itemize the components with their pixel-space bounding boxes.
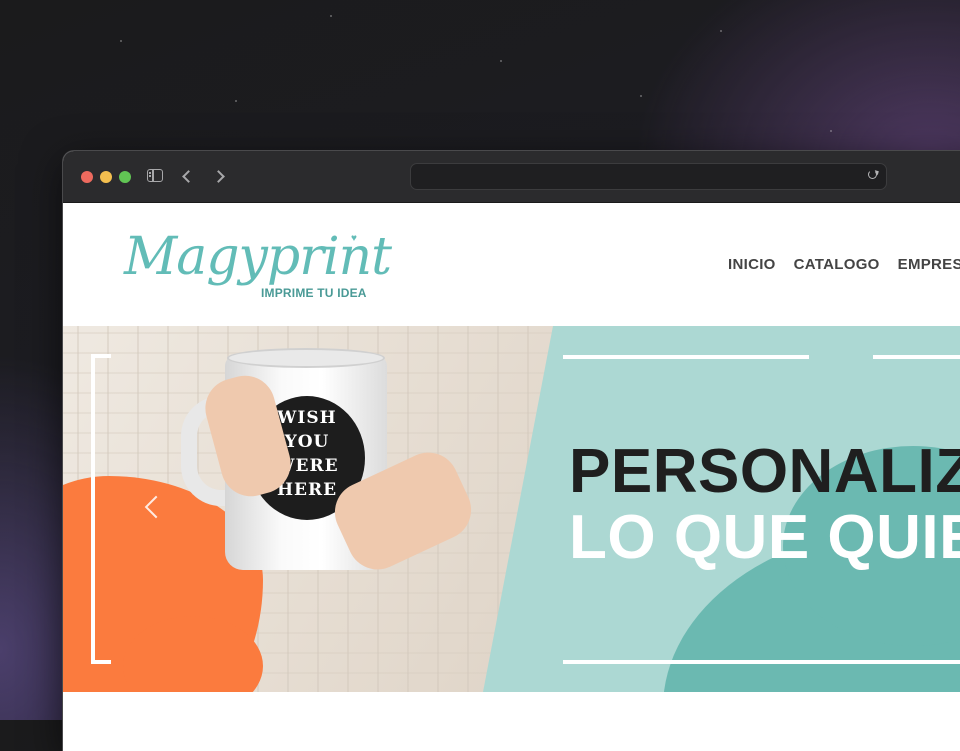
back-arrow-icon[interactable] [182, 170, 195, 183]
white-line-decoration [873, 355, 960, 359]
star [720, 30, 722, 32]
browser-window: Magyprint ♥ IMPRIME TU IDEA INICIO CATAL… [62, 150, 960, 751]
main-nav: INICIO CATALOGO EMPRES [728, 256, 960, 273]
star [640, 95, 642, 97]
nav-item-inicio[interactable]: INICIO [728, 256, 776, 273]
mug-rim [227, 348, 385, 368]
hero-headline-line2: LO QUE QUIEI [569, 503, 960, 572]
sidebar-toggle-icon[interactable] [147, 169, 163, 182]
minimize-window-button[interactable] [100, 171, 112, 183]
star [120, 40, 122, 42]
address-bar[interactable] [410, 163, 887, 190]
logo-tagline: IMPRIME TU IDEA [261, 286, 367, 300]
star [330, 15, 332, 17]
star [235, 100, 237, 102]
white-line-decoration [563, 660, 960, 664]
nav-item-empresas[interactable]: EMPRES [898, 256, 960, 273]
reload-icon[interactable] [868, 170, 877, 179]
site-header: Magyprint ♥ IMPRIME TU IDEA INICIO CATAL… [63, 203, 960, 324]
forward-arrow-icon[interactable] [212, 170, 225, 183]
hero-headline-line1: PERSONALIZ [569, 437, 960, 506]
web-page: Magyprint ♥ IMPRIME TU IDEA INICIO CATAL… [63, 203, 960, 751]
heart-icon: ♥ [351, 233, 357, 244]
white-bracket-decoration [91, 354, 111, 664]
hero-carousel: WISH YOU WERE HERE PERSONALIZ LO QUE QUI… [63, 326, 960, 692]
browser-titlebar [63, 151, 960, 203]
white-line-decoration [563, 355, 809, 359]
nav-item-catalogo[interactable]: CATALOGO [794, 256, 880, 273]
star [830, 130, 832, 132]
zoom-window-button[interactable] [119, 171, 131, 183]
site-logo[interactable]: Magyprint ♥ IMPRIME TU IDEA [124, 227, 392, 307]
star [500, 60, 502, 62]
close-window-button[interactable] [81, 171, 93, 183]
